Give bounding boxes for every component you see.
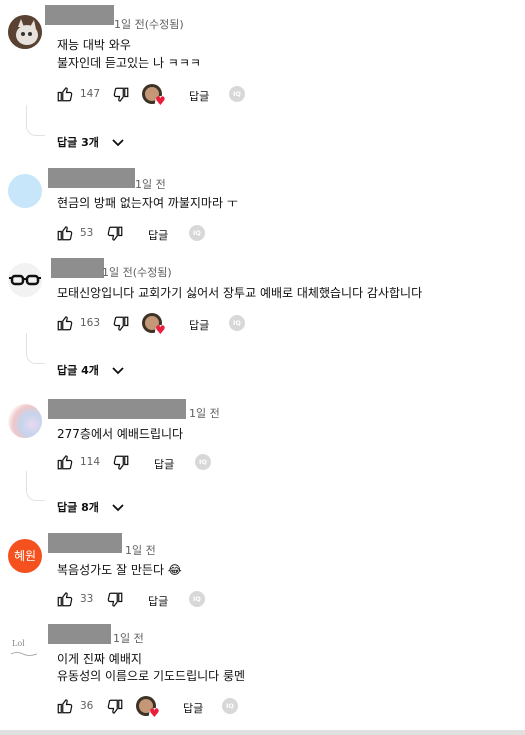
author-name-redacted[interactable]: [48, 624, 111, 644]
like-count: 147: [80, 88, 101, 100]
avatar-initials-text: 혜원: [13, 549, 37, 563]
comment-text-line: 재능 대박 와우: [57, 38, 131, 52]
comment-text-line: 현금의 방패 없는자여 까불지마라 ㅜ: [57, 196, 238, 210]
chevron-down-icon: [112, 504, 124, 512]
reply-button[interactable]: 답글: [154, 456, 174, 472]
chevron-down-icon: [112, 139, 124, 147]
heart-icon: ♥: [155, 94, 166, 108]
iq-badge-icon: IQ: [229, 315, 245, 331]
like-icon[interactable]: [56, 314, 74, 332]
avatar-glasses[interactable]: [8, 263, 42, 297]
comment-time: 1일 전: [189, 407, 220, 420]
iq-badge-icon: IQ: [229, 86, 245, 102]
dislike-icon[interactable]: [112, 315, 130, 333]
reply-button[interactable]: 답글: [189, 88, 209, 104]
creator-heart-avatar: ♥: [136, 696, 162, 721]
creator-heart-avatar: ♥: [142, 313, 168, 338]
replies-count-label: 답글 4개: [57, 364, 99, 377]
dislike-icon[interactable]: [106, 591, 124, 609]
view-replies-button[interactable]: 답글 8개: [57, 499, 125, 515]
like-icon[interactable]: [56, 697, 74, 715]
like-icon[interactable]: [56, 590, 74, 608]
avatar-pattern[interactable]: [8, 404, 42, 438]
view-replies-button[interactable]: 답글 4개: [57, 362, 125, 378]
like-icon[interactable]: [56, 224, 74, 242]
view-replies-button[interactable]: 답글 3개: [57, 134, 125, 150]
author-name-redacted[interactable]: [48, 399, 186, 419]
avatar-initials[interactable]: 혜원: [8, 539, 42, 573]
like-icon[interactable]: [56, 85, 74, 103]
comment-text-line: 복음성가도 잘 만든다 😂: [57, 563, 182, 577]
reply-button[interactable]: 답글: [189, 317, 209, 333]
comment-text-line: 모태신앙입니다 교회가기 싫어서 장투교 예배로 대체했습니다 감사합니다: [57, 286, 423, 300]
iq-badge-icon: IQ: [189, 591, 205, 607]
like-count: 33: [80, 593, 94, 605]
dislike-icon[interactable]: [112, 86, 130, 104]
like-count: 53: [80, 227, 94, 239]
thread-line: [26, 333, 45, 364]
author-name-redacted[interactable]: [48, 168, 135, 188]
heart-icon: ♥: [155, 323, 166, 337]
reply-button[interactable]: 답글: [148, 593, 168, 609]
creator-heart-avatar: ♥: [142, 84, 168, 109]
thread-line: [26, 471, 45, 501]
glasses-icon: [9, 274, 41, 286]
author-name-redacted[interactable]: [45, 5, 114, 25]
avatar[interactable]: [8, 174, 42, 208]
iq-badge-icon: IQ: [195, 454, 211, 470]
comment-time: 1일 전: [135, 178, 166, 191]
like-icon[interactable]: [56, 453, 74, 471]
chevron-down-icon: [112, 367, 124, 375]
comment-text-line: 불자인데 듣고있는 나 ㅋㅋㅋ: [57, 56, 201, 70]
dislike-icon[interactable]: [106, 225, 124, 243]
like-count: 114: [80, 456, 101, 468]
comment-time: 1일 전: [113, 632, 144, 645]
comment-time: 1일 전(수정됨): [102, 266, 172, 279]
comment-time: 1일 전: [125, 544, 156, 557]
heart-icon: ♥: [149, 706, 160, 720]
avatar-doodle-text: Lol: [12, 639, 25, 648]
bottom-divider: [0, 730, 525, 735]
thread-line: [26, 105, 45, 136]
replies-count-label: 답글 8개: [57, 501, 99, 514]
author-name-redacted[interactable]: [48, 533, 122, 553]
avatar-cat[interactable]: [8, 15, 42, 49]
iq-badge-icon: IQ: [222, 698, 238, 714]
reply-button[interactable]: 답글: [183, 700, 203, 716]
replies-count-label: 답글 3개: [57, 136, 99, 149]
comment-text-line: 유동성의 이름으로 기도드립니다 룽멘: [57, 669, 246, 683]
avatar-handwritten[interactable]: Lol: [8, 632, 42, 666]
comment-time: 1일 전(수정됨): [114, 18, 184, 31]
like-count: 36: [80, 700, 94, 712]
dislike-icon[interactable]: [112, 454, 130, 472]
comment-text-line: 277층에서 예배드립니다: [57, 427, 184, 441]
reply-button[interactable]: 답글: [148, 227, 168, 243]
dislike-icon[interactable]: [106, 698, 124, 716]
iq-badge-icon: IQ: [189, 225, 205, 241]
like-count: 163: [80, 317, 101, 329]
author-name-redacted[interactable]: [51, 258, 104, 278]
